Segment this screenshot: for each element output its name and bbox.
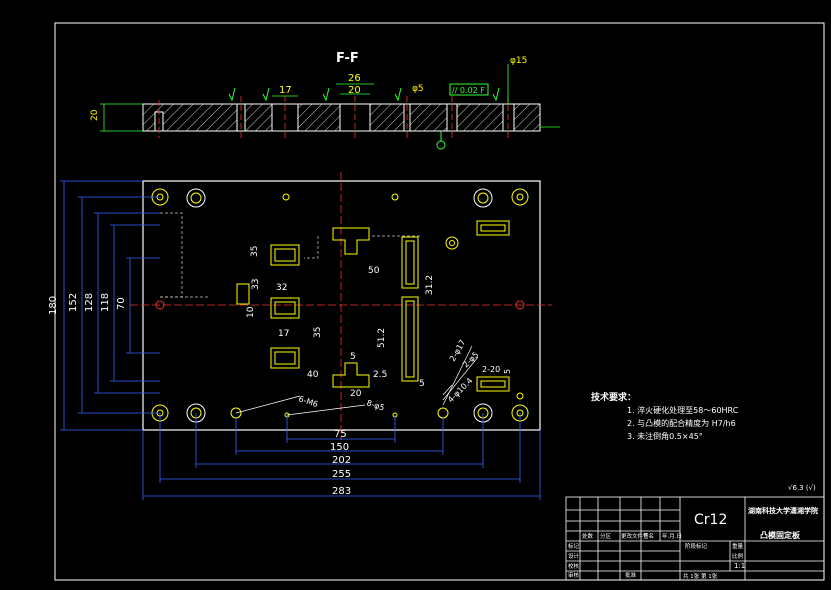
plan-view: 180 152 128 118 70 75 150 202 255 283 50… [48, 172, 552, 500]
dim-118: 118 [100, 293, 111, 312]
note-item-3: 3. 未注倒角0.5×45° [627, 431, 703, 441]
tb-material: Cr12 [694, 512, 727, 528]
dim-5a: 5 [350, 352, 356, 362]
dim-202: 202 [332, 455, 351, 466]
dim-128: 128 [84, 293, 95, 312]
dim-33: 33 [251, 279, 261, 290]
dim-phi15: φ15 [510, 56, 527, 66]
tb-col-date: 年.月.日 [662, 532, 682, 540]
dim-75: 75 [334, 429, 347, 440]
dim-17: 17 [278, 329, 289, 339]
dim-20: 20 [348, 85, 361, 96]
note-6-M6: 6-M6 [297, 394, 319, 409]
dim-thickness: 20 [90, 109, 100, 121]
dim-phi5: φ5 [412, 84, 424, 94]
tb-ratio: 比例 [732, 552, 744, 560]
tb-label-review: 审核 [568, 571, 580, 579]
section-view: F-F 17 26 20 φ5 φ15 20 // 0.02 F [90, 51, 560, 150]
dim-5b: 5 [419, 379, 425, 389]
tolerance-value: // 0.02 F [452, 86, 485, 95]
dim-255: 255 [332, 469, 351, 480]
note-item-2: 2. 与凸模的配合精度为 H7/h6 [627, 418, 736, 428]
dim-150: 150 [330, 442, 349, 453]
drawing-canvas: F-F 17 26 20 φ5 φ15 20 // 0.02 F 180 152… [48, 22, 825, 581]
tb-school: 湖南科技大学潇湘学院 [748, 506, 818, 515]
tb-scale: 1:1 [734, 562, 745, 570]
dim-31.2: 31.2 [425, 275, 435, 295]
tb-sheet: 共 1张 第 1张 [683, 572, 718, 580]
dim-35b: 35 [250, 246, 260, 257]
note-5: 5 [503, 369, 512, 374]
tb-label-design: 设计 [568, 552, 580, 560]
dim-40: 40 [307, 370, 319, 380]
technical-notes: 技术要求： 1. 淬火硬化处理至58〜60HRC 2. 与凸模的配合精度为 H7… [591, 391, 739, 441]
tb-label-check: 校核 [568, 562, 580, 570]
tb-col-sign: 签名 [643, 532, 654, 540]
notes-heading: 技术要求： [591, 391, 636, 403]
note-2-20: 2-20 [482, 365, 500, 374]
plate-outline [142, 180, 541, 431]
dim-50: 50 [368, 266, 380, 276]
dim-152: 152 [68, 293, 79, 312]
dim-3.2: 32 [276, 283, 287, 293]
note-item-1: 1. 淬火硬化处理至58〜60HRC [627, 405, 739, 415]
datum-marker [436, 140, 446, 150]
note-8-phi5: 8-φ5 [365, 398, 385, 412]
dim-2.5: 2.5 [373, 370, 387, 380]
tb-approve: 批准 [625, 571, 637, 579]
note-2-phi5: 2-φ5 [461, 350, 480, 369]
dim-10: 10 [246, 306, 256, 318]
tb-col-zone: 分区 [600, 532, 612, 540]
dim-17: 17 [279, 85, 292, 96]
section-pocket [502, 103, 515, 132]
dim-20: 20 [350, 389, 362, 399]
dim-180: 180 [48, 296, 59, 315]
tb-stage: 阶段标记 [685, 542, 708, 550]
tb-col-count: 处数 [582, 532, 594, 540]
dim-283: 283 [332, 486, 351, 497]
dim-35: 35 [313, 327, 323, 338]
tb-weight: 重量 [732, 542, 744, 550]
dim-51.2: 51.2 [377, 328, 387, 348]
dim-26: 26 [348, 73, 361, 84]
section-title: F-F [336, 51, 359, 66]
dim-70: 70 [116, 297, 127, 310]
roughness-symbol: √6.3 (√) [788, 484, 816, 492]
tb-label-mark: 标记 [568, 542, 580, 550]
tb-drawing-name: 凸模固定板 [760, 530, 801, 540]
